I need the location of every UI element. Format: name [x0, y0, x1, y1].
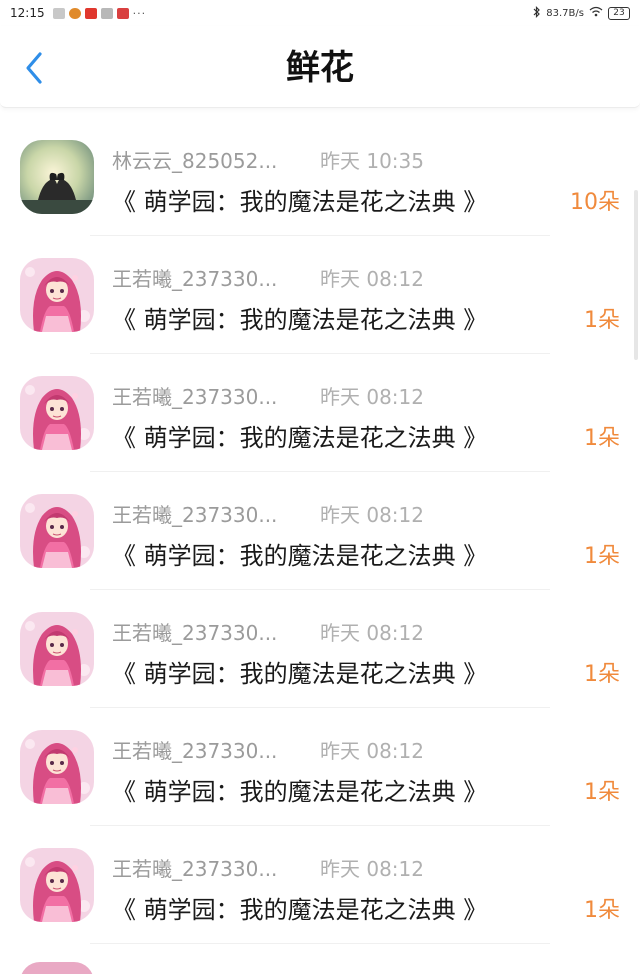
notification-app-icon [100, 7, 113, 19]
status-right: 83.7B/s 23 [533, 5, 630, 21]
gift-meta: 王若曦_237330... 昨天 08:12 [112, 735, 424, 764]
avatar[interactable] [20, 612, 94, 686]
gift-meta: 王若曦_237330... 昨天 08:12 [112, 853, 424, 882]
bluetooth-icon [533, 5, 541, 21]
gift-meta: 王若曦_237330... 昨天 08:12 [112, 499, 424, 528]
gift-meta: 林云云_825052... 昨天 10:35 [112, 145, 424, 174]
gift-time: 昨天 08:12 [320, 267, 424, 291]
book-title: 《 萌学园：我的魔法是花之法典 》 [112, 660, 488, 688]
book-title: 《 萌学园：我的魔法是花之法典 》 [112, 778, 488, 806]
network-speed: 83.7B/s [546, 7, 584, 19]
list-item[interactable]: 王若曦_237330... 昨天 08:12 《 萌学园：我的魔法是花之法典 》 1朵 [0, 590, 640, 708]
flower-count: 1朵 [584, 662, 620, 687]
flower-count: 1朵 [584, 898, 620, 923]
avatar[interactable] [20, 730, 94, 804]
gift-meta: 王若曦_237330... 昨天 08:12 [112, 263, 424, 292]
battery-level: 23 [613, 8, 625, 18]
avatar[interactable] [20, 494, 94, 568]
avatar[interactable] [20, 140, 94, 214]
list-item[interactable]: 林云云_825052... 昨天 10:35 《 萌学园：我的魔法是花之法典 》 10… [0, 118, 640, 236]
gift-time: 昨天 10:35 [320, 149, 424, 173]
book-title: 《 萌学园：我的魔法是花之法典 》 [112, 306, 488, 334]
gift-list: 林云云_825052... 昨天 10:35 《 萌学园：我的魔法是花之法典 》 10… [0, 118, 640, 944]
flower-count: 1朵 [584, 544, 620, 569]
gift-time: 昨天 08:12 [320, 621, 424, 645]
page-title: 鲜花 [286, 48, 354, 88]
notification-app-icon [68, 7, 81, 19]
avatar[interactable] [20, 258, 94, 332]
divider [90, 943, 550, 944]
avatar[interactable] [20, 848, 94, 922]
flower-count: 1朵 [584, 780, 620, 805]
list-item[interactable]: 王若曦_237330... 昨天 08:12 《 萌学园：我的魔法是花之法典 》 1朵 [0, 826, 640, 944]
gift-meta: 王若曦_237330... 昨天 08:12 [112, 617, 424, 646]
sender-name: 王若曦_237330... [112, 621, 278, 645]
scrollbar[interactable] [634, 190, 638, 360]
sender-name: 王若曦_237330... [112, 385, 278, 409]
gift-time: 昨天 08:12 [320, 385, 424, 409]
gift-time: 昨天 08:12 [320, 739, 424, 763]
sender-name: 王若曦_237330... [112, 267, 278, 291]
notification-app-icon [84, 7, 97, 19]
status-more-icon: ··· [132, 6, 147, 20]
battery-icon: 23 [608, 6, 630, 20]
gift-meta: 王若曦_237330... 昨天 08:12 [112, 381, 424, 410]
list-item[interactable]: 王若曦_237330... 昨天 08:12 《 萌学园：我的魔法是花之法典 》 1朵 [0, 708, 640, 826]
status-time: 12:15 [10, 6, 45, 20]
notification-app-icon [116, 7, 129, 19]
sender-name: 王若曦_237330... [112, 739, 278, 763]
flower-count: 1朵 [584, 308, 620, 333]
status-left: 12:15 ··· [10, 6, 146, 20]
gift-time: 昨天 08:12 [320, 857, 424, 881]
wifi-icon [589, 6, 603, 20]
sender-name: 王若曦_237330... [112, 857, 278, 881]
header: 鲜花 [0, 26, 640, 108]
notification-app-icon [52, 7, 65, 19]
book-title: 《 萌学园：我的魔法是花之法典 》 [112, 424, 488, 452]
avatar[interactable] [20, 376, 94, 450]
book-title: 《 萌学园：我的魔法是花之法典 》 [112, 542, 488, 570]
status-bar: 12:15 ··· 83.7B/s 23 [0, 0, 640, 26]
sender-name: 王若曦_237330... [112, 503, 278, 527]
book-title: 《 萌学园：我的魔法是花之法典 》 [112, 896, 488, 924]
list-item[interactable]: 王若曦_237330... 昨天 08:12 《 萌学园：我的魔法是花之法典 》 1朵 [0, 354, 640, 472]
flower-count: 1朵 [584, 426, 620, 451]
sender-name: 林云云_825052... [112, 149, 278, 173]
list-item[interactable]: 王若曦_237330... 昨天 08:12 《 萌学园：我的魔法是花之法典 》 1朵 [0, 472, 640, 590]
avatar-partial [20, 962, 94, 974]
gift-time: 昨天 08:12 [320, 503, 424, 527]
list-item[interactable]: 王若曦_237330... 昨天 08:12 《 萌学园：我的魔法是花之法典 》 1朵 [0, 236, 640, 354]
flower-count: 10朵 [570, 190, 620, 215]
book-title: 《 萌学园：我的魔法是花之法典 》 [112, 188, 488, 216]
